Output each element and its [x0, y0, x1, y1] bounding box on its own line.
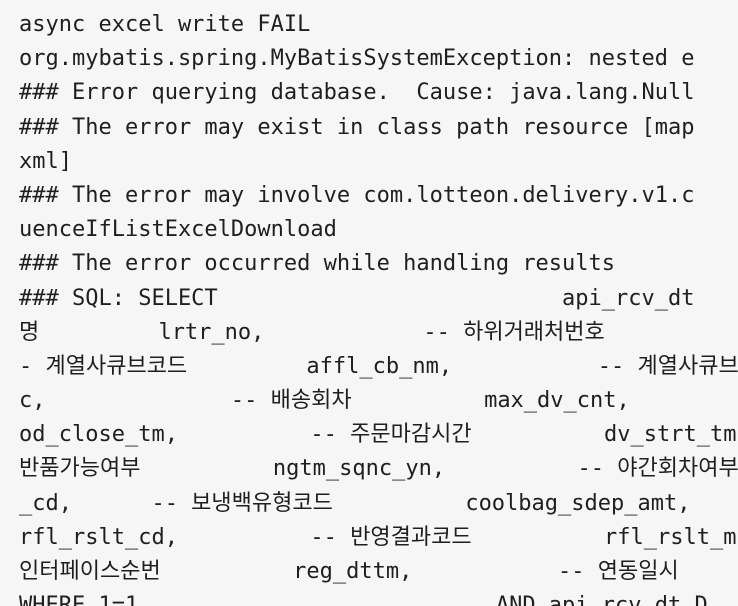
log-line-14: 반품가능여부 ngtm_sqnc_yn, -- 야간회차여부 [19, 456, 738, 482]
log-line-18: WHERE 1=1 AND api_rcv_dt D [19, 593, 708, 606]
error-log-panel[interactable]: async excel write FAIL org.mybatis.spring… [0, 0, 738, 606]
log-line-16: rfl_rslt_cd, -- 반영결과코드 rfl_rslt_m [19, 524, 737, 550]
log-line-4: ### The error may exist in class path re… [19, 114, 695, 140]
log-line-6: ### The error may involve com.lotteon.de… [19, 182, 695, 208]
log-line-9: ### SQL: SELECT api_rcv_dt [19, 285, 695, 311]
log-line-15: _cd, -- 보냉백유형코드 coolbag_sdep_amt, [19, 490, 691, 516]
log-line-7: uenceIfListExcelDownload [19, 217, 337, 243]
log-line-13: od_close_tm, -- 주문마감시간 dv_strt_tm [19, 422, 737, 448]
log-line-10: 명 lrtr_no, -- 하위거래처번호 [19, 319, 605, 345]
log-line-17: 인터페이스순번 reg_dttm, -- 연동일시 [19, 559, 679, 584]
log-line-8: ### The error occurred while handling re… [19, 251, 616, 277]
log-line-12: c, -- 배송회차 max_dv_cnt, [19, 388, 630, 414]
log-line-5: xml] [19, 148, 72, 174]
log-line-1: async excel write FAIL [19, 12, 311, 37]
error-log-text[interactable]: async excel write FAIL org.mybatis.spring… [19, 8, 738, 606]
log-line-2: org.mybatis.spring.MyBatisSystemExceptio… [19, 46, 695, 72]
log-line-3: ### Error querying database. Cause: java… [19, 80, 695, 106]
log-line-11: - 계열사큐브코드 affl_cb_nm, -- 계열사큐브 [19, 353, 738, 379]
